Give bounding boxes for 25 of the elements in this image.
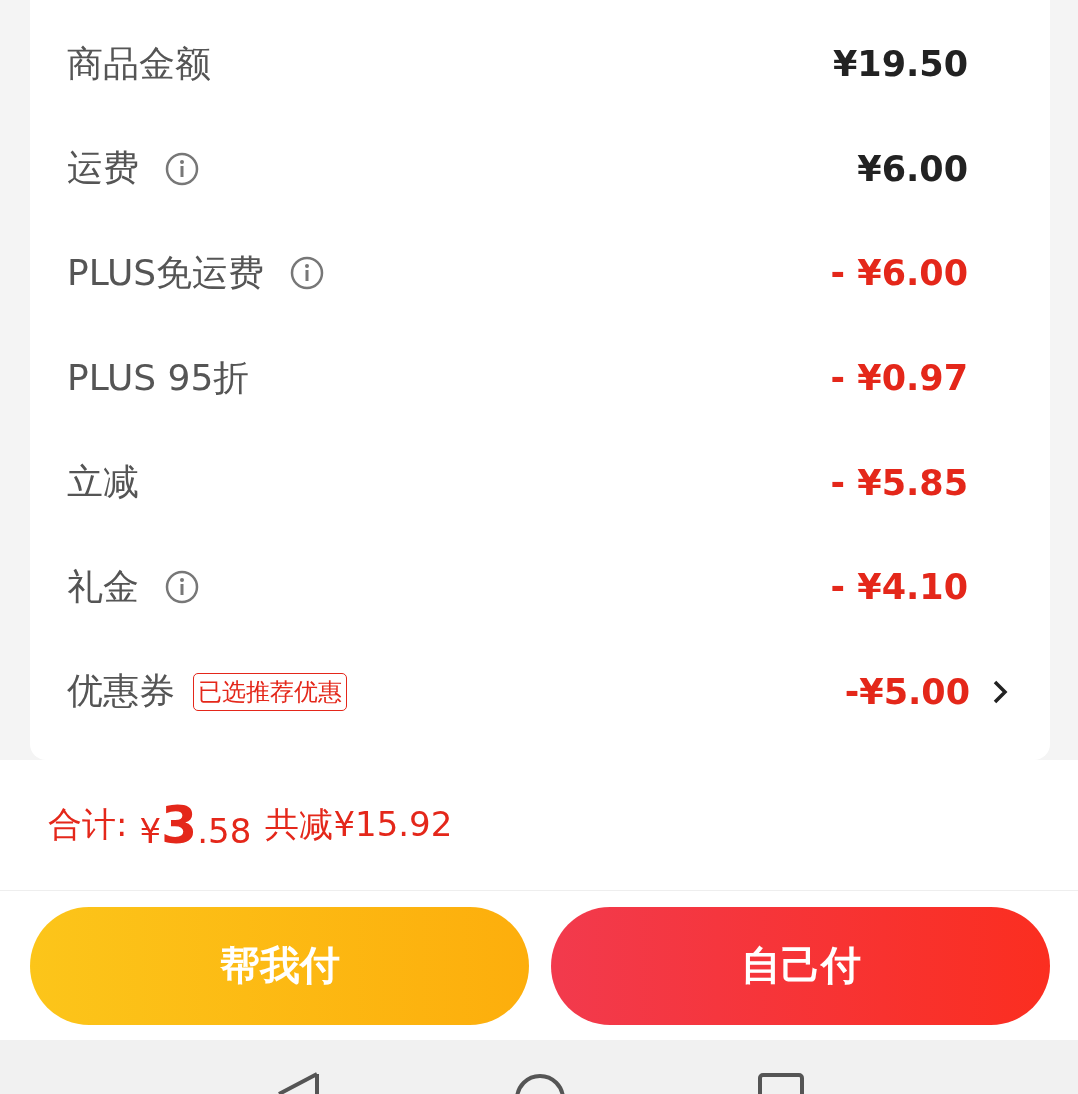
home-icon[interactable] <box>513 1072 567 1094</box>
fee-value[interactable]: -¥5.00 <box>844 671 970 712</box>
fee-label: PLUS免运费 <box>67 251 265 295</box>
fee-label: 礼金 <box>67 564 139 609</box>
coupon-tag: 已选推荐优惠 <box>193 672 347 711</box>
fee-value: - ¥6.00 <box>830 253 968 294</box>
info-icon[interactable] <box>165 151 199 186</box>
chevron-right-icon[interactable] <box>992 678 1008 705</box>
recents-icon[interactable] <box>757 1072 805 1094</box>
total-savings: 共减¥15.92 <box>265 803 453 847</box>
fee-label: 立减 <box>67 460 139 505</box>
fee-label: 运费 <box>67 146 139 191</box>
fee-value: ¥6.00 <box>857 148 968 189</box>
fee-value: ¥19.50 <box>832 44 968 85</box>
fee-value: - ¥4.10 <box>830 567 968 608</box>
fee-label: PLUS 95折 <box>67 355 250 400</box>
pay-button[interactable]: 自己付 <box>551 906 1050 1025</box>
fee-value: - ¥5.85 <box>830 462 968 503</box>
fee-label: 优惠券 <box>67 669 175 714</box>
total-label: 合计: <box>48 803 128 847</box>
fee-value: - ¥0.97 <box>830 358 968 399</box>
total-amount: ¥3.58 <box>139 795 252 856</box>
info-icon[interactable] <box>290 256 325 291</box>
fee-label: 商品金额 <box>67 41 211 86</box>
info-icon[interactable] <box>165 570 199 605</box>
